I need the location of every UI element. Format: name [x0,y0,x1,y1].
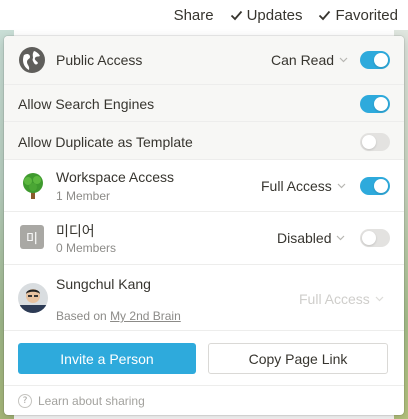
user-name: Sungchul Kang [56,276,151,292]
search-engines-row: Allow Search Engines [4,85,404,122]
public-access-toggle[interactable] [360,51,390,69]
user-permission-dropdown[interactable]: Full Access [299,291,384,307]
group-label: 미디어 [56,224,95,240]
permission-value: Can Read [271,52,335,68]
group-permission-dropdown[interactable]: Disabled [277,230,345,246]
public-access-row: Public Access Can Read [4,36,404,85]
tree-icon [23,173,43,199]
toggle-knob [374,53,388,67]
user-access-row: Sungchul Kang Based on My 2nd Brain Full… [4,265,404,331]
invite-person-button[interactable]: Invite a Person [18,343,196,374]
share-button[interactable]: Share [174,7,214,24]
toggle-knob [374,179,388,193]
favorited-button[interactable]: Favorited [318,7,398,24]
search-engines-label: Allow Search Engines [18,96,155,112]
workspace-members-count: 1 Member [56,189,111,203]
help-icon: ? [18,393,32,408]
permission-value: Full Access [299,291,370,307]
toggle-knob [362,135,376,149]
chevron-down-icon [339,57,348,63]
workspace-access-toggle[interactable] [360,177,390,195]
workspace-access-label: Workspace Access [56,169,175,185]
based-on-text: Based on My 2nd Brain [56,309,181,323]
duplicate-template-row: Allow Duplicate as Template [4,122,404,160]
permission-value: Disabled [277,230,332,246]
learn-about-sharing-link[interactable]: Learn about sharing [38,394,145,408]
toggle-knob [362,231,376,245]
globe-icon [19,47,45,73]
share-label: Share [173,6,214,24]
checkmark-icon [319,10,331,20]
group-access-row: 미 미디어 0 Members Disabled [4,212,404,265]
group-members-count: 0 Members [56,241,117,255]
help-footer[interactable]: ? Learn about sharing [4,385,404,415]
toggle-knob [374,97,388,111]
based-on-link[interactable]: My 2nd Brain [110,309,181,323]
based-on-prefix: Based on [56,309,107,323]
user-avatar [18,283,48,313]
share-menu-panel: Public Access Can Read Allow Search Engi… [4,36,404,415]
search-engines-toggle[interactable] [360,95,390,113]
public-access-permission-dropdown[interactable]: Can Read [271,52,348,68]
permission-value: Full Access [261,178,332,194]
copy-page-link-button[interactable]: Copy Page Link [208,343,388,374]
workspace-access-row: Workspace Access 1 Member Full Access [4,160,404,212]
updates-button[interactable]: Updates [230,6,303,24]
chevron-down-icon [337,183,346,189]
duplicate-template-label: Allow Duplicate as Template [18,134,193,150]
public-access-label: Public Access [56,52,143,68]
workspace-permission-dropdown[interactable]: Full Access [261,178,346,194]
group-access-toggle[interactable] [360,229,390,247]
chevron-down-icon [337,235,345,241]
chevron-down-icon [375,296,384,302]
favorited-label: Favorited [335,6,398,24]
top-bar: Share Updates Favorited [0,0,408,30]
group-avatar: 미 [20,225,44,249]
updates-label: Updates [246,6,303,24]
checkmark-icon [230,10,242,20]
duplicate-template-toggle[interactable] [360,133,390,151]
